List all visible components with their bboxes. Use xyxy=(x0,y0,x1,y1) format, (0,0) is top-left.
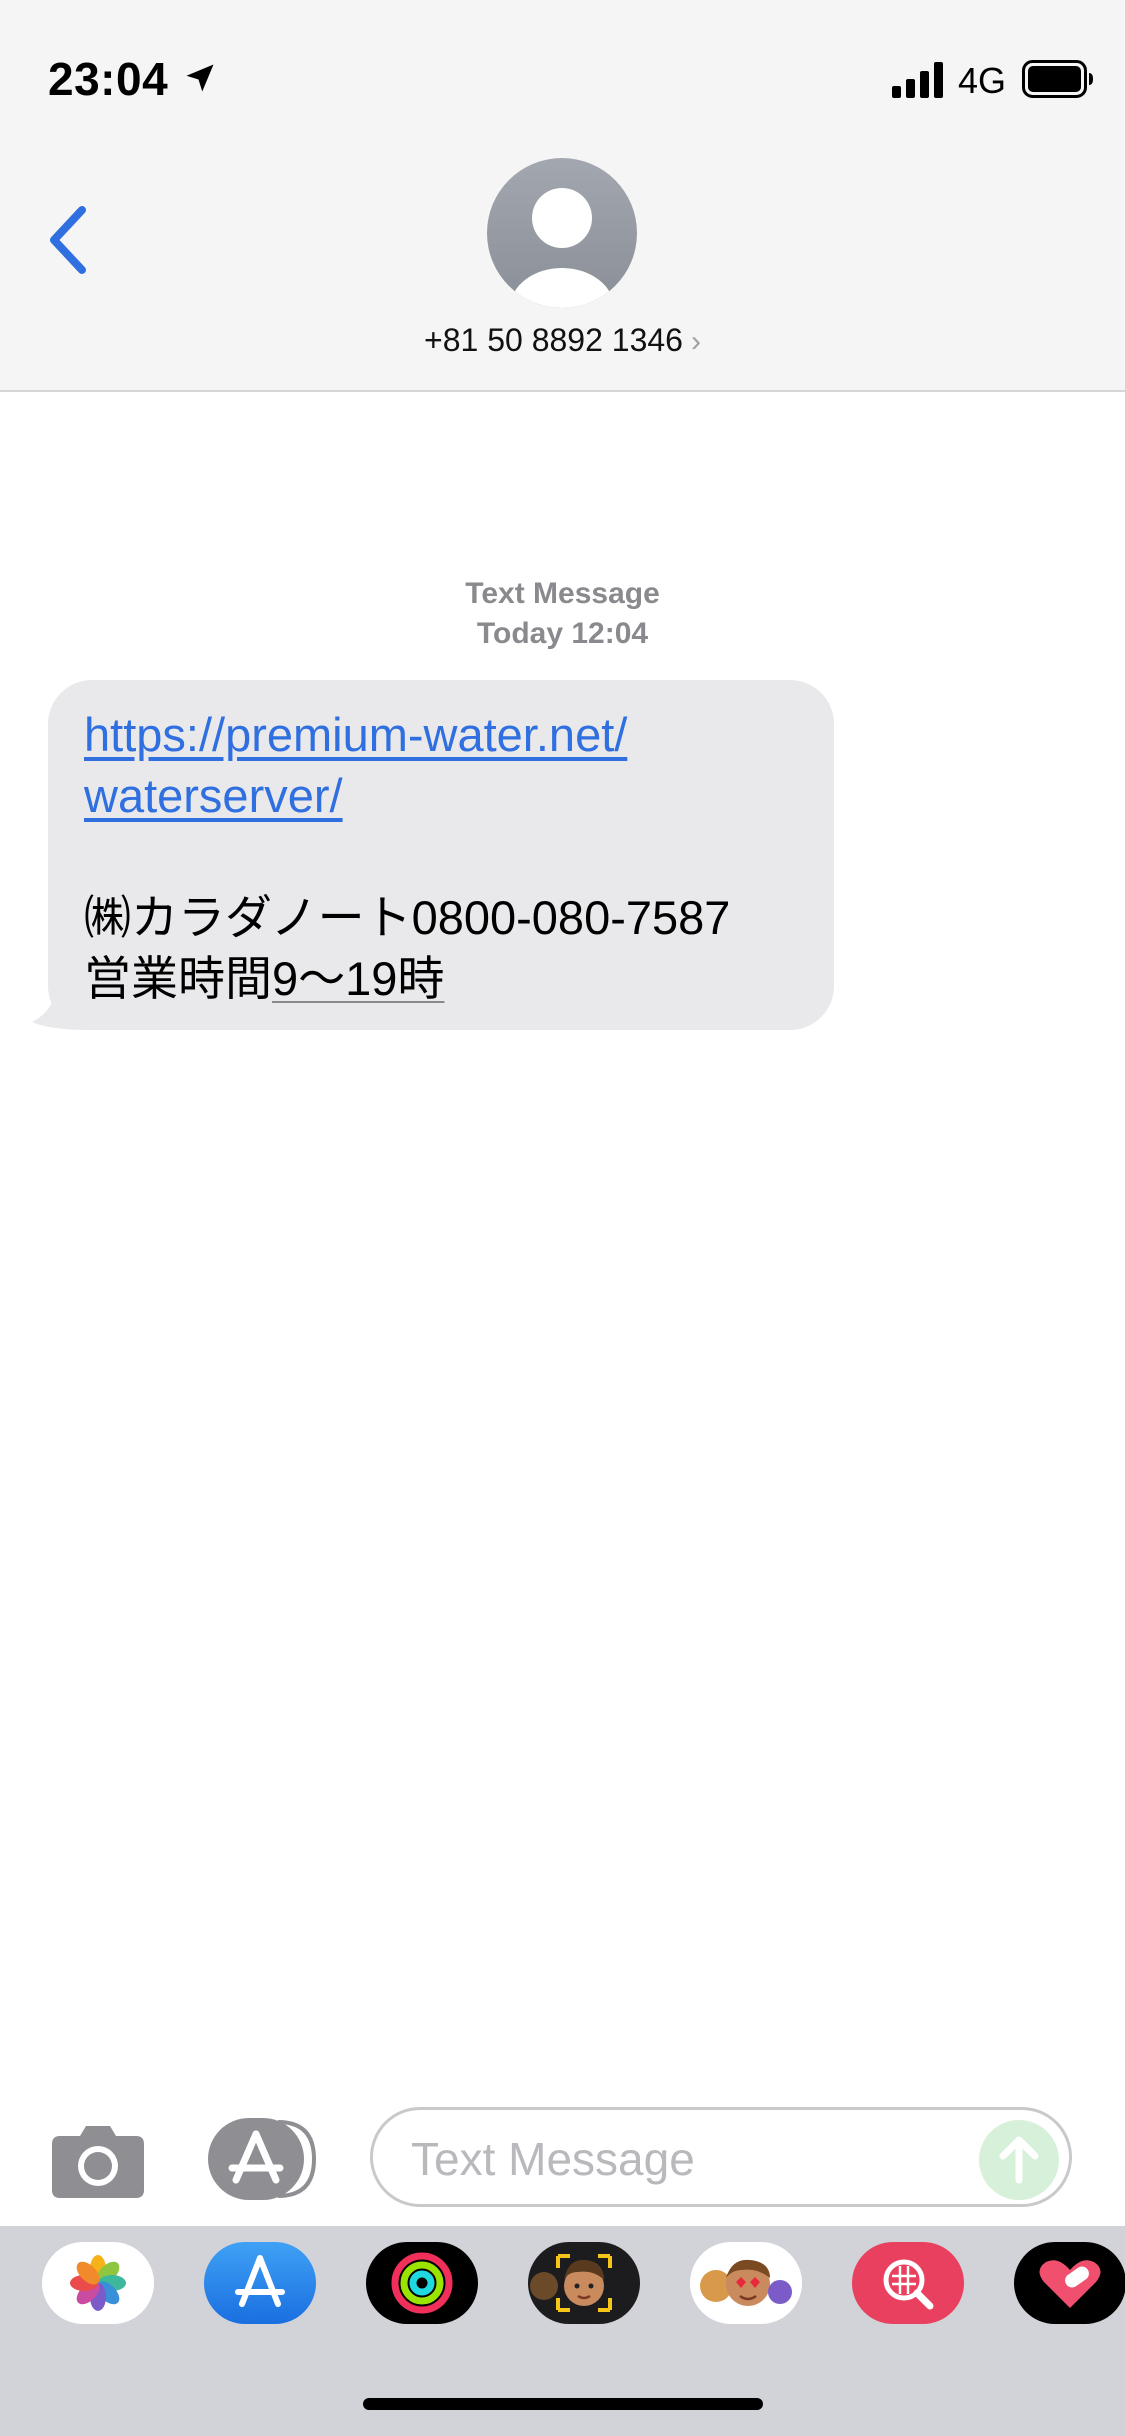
home-indicator[interactable] xyxy=(363,2398,763,2410)
photos-icon[interactable] xyxy=(42,2242,154,2324)
message-text: https://premium-water.net/ waterserver/ … xyxy=(84,704,824,1009)
back-chevron-icon[interactable] xyxy=(44,202,94,278)
chevron-right-icon: › xyxy=(690,325,701,358)
business-hours-value[interactable]: 9〜19時 xyxy=(272,952,444,1005)
location-arrow-icon xyxy=(186,64,214,92)
heart-stickers-icon[interactable] xyxy=(1014,2242,1125,2324)
contact-avatar-icon[interactable] xyxy=(487,158,637,308)
network-type: 4G xyxy=(958,60,1007,101)
conversation-header: +81 50 8892 1346 › xyxy=(0,140,1125,392)
status-bar: 23:04 4G xyxy=(0,0,1125,140)
link-line-1: https://premium-water.net/ xyxy=(84,708,628,761)
message-timestamp: Today 12:04 xyxy=(476,617,649,650)
company-phone-line: ㈱カラダノート0800-080-7587 xyxy=(84,891,731,944)
contact-number: +81 50 8892 1346 xyxy=(424,322,683,358)
activity-icon[interactable] xyxy=(366,2242,478,2324)
business-hours-line: 営業時間9〜19時 xyxy=(84,948,824,1009)
cellular-signal-icon xyxy=(892,62,943,98)
message-link[interactable]: https://premium-water.net/ waterserver/ xyxy=(84,704,824,826)
memoji-camera-icon[interactable] xyxy=(528,2242,640,2324)
status-time: 23:04 xyxy=(48,53,169,105)
service-label: Text Message xyxy=(465,577,660,610)
battery-icon xyxy=(1022,60,1093,98)
send-arrow-icon[interactable] xyxy=(979,2120,1059,2200)
search-images-icon[interactable] xyxy=(852,2242,964,2324)
app-drawer xyxy=(0,2226,1125,2436)
message-input[interactable] xyxy=(409,2128,973,2190)
app-store-drawer-icon[interactable] xyxy=(204,2242,316,2324)
contact-name[interactable]: +81 50 8892 1346 › xyxy=(0,322,1125,359)
message-bubble[interactable]: https://premium-water.net/ waterserver/ … xyxy=(48,680,834,1030)
camera-icon[interactable] xyxy=(50,2122,146,2198)
link-line-2: waterserver/ xyxy=(84,769,343,822)
app-store-icon[interactable] xyxy=(208,2118,318,2200)
business-hours-prefix: 営業時間 xyxy=(84,952,272,1005)
memoji-stickers-icon[interactable] xyxy=(690,2242,802,2324)
message-input-container xyxy=(370,2107,1072,2207)
message-meta: Text Message Today 12:04 xyxy=(0,574,1125,654)
